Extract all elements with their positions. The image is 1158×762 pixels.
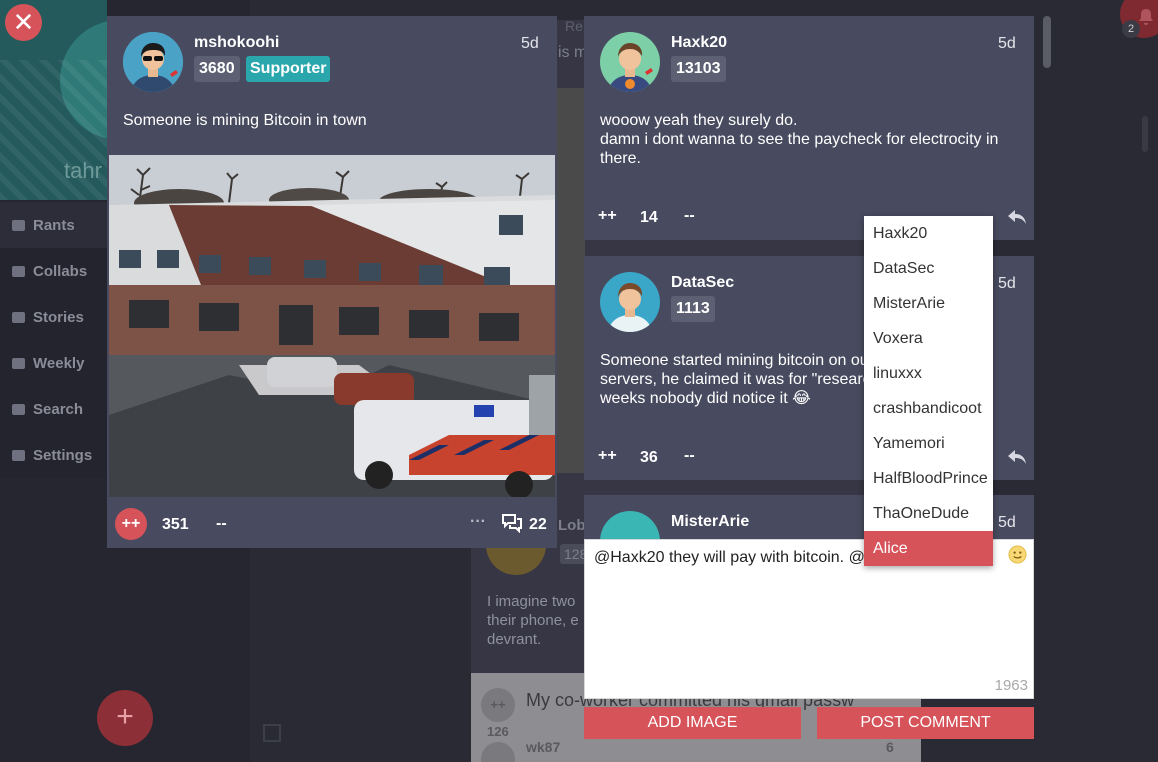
- comment-time: 5d: [998, 275, 1016, 292]
- avatar: [600, 272, 660, 332]
- comment-count: 6: [886, 739, 894, 755]
- reply-icon[interactable]: [1006, 448, 1028, 466]
- post-comment-button[interactable]: POST COMMENT: [817, 707, 1034, 739]
- mention-option[interactable]: DataSec: [864, 251, 993, 286]
- user-score: 13103: [671, 56, 726, 82]
- sidebar-item-label: Rants: [33, 216, 75, 234]
- profile-username: tahr: [64, 158, 102, 183]
- background-text-fragment: is m: [558, 44, 588, 61]
- mention-option[interactable]: ThaOneDude: [864, 496, 993, 531]
- downvote-button[interactable]: --: [684, 207, 695, 225]
- comment-username[interactable]: DataSec: [671, 274, 734, 292]
- comment-text: Someone started mining bitcoin on ou ser…: [600, 352, 871, 407]
- sidebar-item-label: Collabs: [33, 262, 88, 280]
- weekly-icon: [12, 357, 25, 369]
- upvote-button[interactable]: ++: [115, 508, 147, 540]
- comment-count: 22: [529, 516, 547, 533]
- comments-icon[interactable]: [501, 513, 523, 533]
- vote-count: 351: [162, 516, 189, 533]
- vote-count: 36: [640, 449, 658, 466]
- comment-username[interactable]: MisterArie: [671, 513, 749, 531]
- new-rant-button[interactable]: +: [97, 690, 153, 746]
- sidebar-item-stories[interactable]: Stories: [0, 294, 107, 340]
- post-username[interactable]: mshokoohi: [194, 34, 279, 52]
- avatar: [123, 32, 183, 92]
- stories-icon: [12, 311, 25, 323]
- sidebar-item-label: Stories: [33, 308, 84, 326]
- comment-card: Haxk20 13103 5d wooow yeah they surely d…: [584, 16, 1034, 240]
- comment-username[interactable]: Haxk20: [671, 34, 727, 52]
- comment-input-value: @Haxk20 they will pay with bitcoin. @: [594, 549, 865, 566]
- mention-option[interactable]: linuxxx: [864, 356, 993, 391]
- mention-option-selected[interactable]: Alice: [864, 531, 993, 566]
- background-post-text: I imagine two their phone, e devrant.: [487, 593, 579, 648]
- sidebar-item-weekly[interactable]: Weekly: [0, 340, 107, 386]
- mention-option[interactable]: MisterArie: [864, 286, 993, 321]
- mention-option[interactable]: HalfBloodPrince: [864, 461, 993, 496]
- sidebar-item-search[interactable]: Search: [0, 386, 107, 432]
- background-re-label: Re: [565, 18, 583, 34]
- upvote-button[interactable]: ++: [598, 207, 617, 225]
- downvote-button[interactable]: --: [216, 515, 227, 533]
- downvote-button[interactable]: --: [684, 447, 695, 465]
- scrollbar-thumb[interactable]: [1043, 16, 1051, 68]
- search-icon: [12, 403, 25, 415]
- close-button[interactable]: ✕: [5, 4, 42, 41]
- emoji-icon[interactable]: [1008, 545, 1027, 564]
- comment-text: wooow yeah they surely do. damn i dont w…: [600, 112, 999, 167]
- char-count: 1963: [994, 677, 1028, 694]
- rants-icon: [12, 219, 25, 231]
- notification-badge: 2: [1122, 20, 1140, 38]
- supporter-badge: Supporter: [246, 56, 331, 82]
- mention-suggestions: Haxk20 DataSec MisterArie Voxera linuxxx…: [864, 216, 993, 566]
- add-image-button[interactable]: ADD IMAGE: [584, 707, 801, 739]
- expand-icon[interactable]: [263, 724, 281, 742]
- post-username: wk87: [526, 739, 561, 755]
- sidebar-item-label: Weekly: [33, 354, 85, 372]
- sidebar-item-label: Search: [33, 400, 84, 418]
- user-score: 3680: [194, 56, 240, 82]
- avatar: [600, 32, 660, 92]
- post-text: Someone is mining Bitcoin in town: [123, 112, 367, 129]
- sidebar-menu: Rants Collabs Stories Weekly Search Sett…: [0, 202, 107, 478]
- sidebar-item-settings[interactable]: Settings: [0, 432, 107, 478]
- comment-time: 5d: [998, 35, 1016, 52]
- sidebar-item-rants[interactable]: Rants: [0, 202, 107, 248]
- reply-icon[interactable]: [1006, 208, 1028, 226]
- mention-option[interactable]: Haxk20: [864, 216, 993, 251]
- more-options-button[interactable]: ···: [470, 513, 486, 531]
- mention-option[interactable]: Voxera: [864, 321, 993, 356]
- bell-icon: [1139, 9, 1153, 25]
- upvote-button[interactable]: ++: [481, 688, 515, 722]
- background-image-strip: [557, 88, 585, 473]
- mention-option[interactable]: Yamemori: [864, 426, 993, 461]
- vote-count: 14: [640, 209, 658, 226]
- settings-icon: [12, 449, 25, 461]
- collabs-icon: [12, 265, 25, 277]
- post-time: 5d: [521, 35, 539, 52]
- comment-time: 5d: [998, 514, 1016, 531]
- scrollbar-thumb[interactable]: [1142, 116, 1148, 152]
- upvote-button[interactable]: ++: [598, 447, 617, 465]
- post-image[interactable]: [109, 155, 555, 497]
- mention-option[interactable]: crashbandicoot: [864, 391, 993, 426]
- avatar: [600, 511, 660, 539]
- user-score: 1113: [671, 296, 715, 322]
- sidebar-item-label: Settings: [33, 446, 93, 464]
- sidebar-item-collabs[interactable]: Collabs: [0, 248, 107, 294]
- vote-count: 126: [487, 724, 509, 739]
